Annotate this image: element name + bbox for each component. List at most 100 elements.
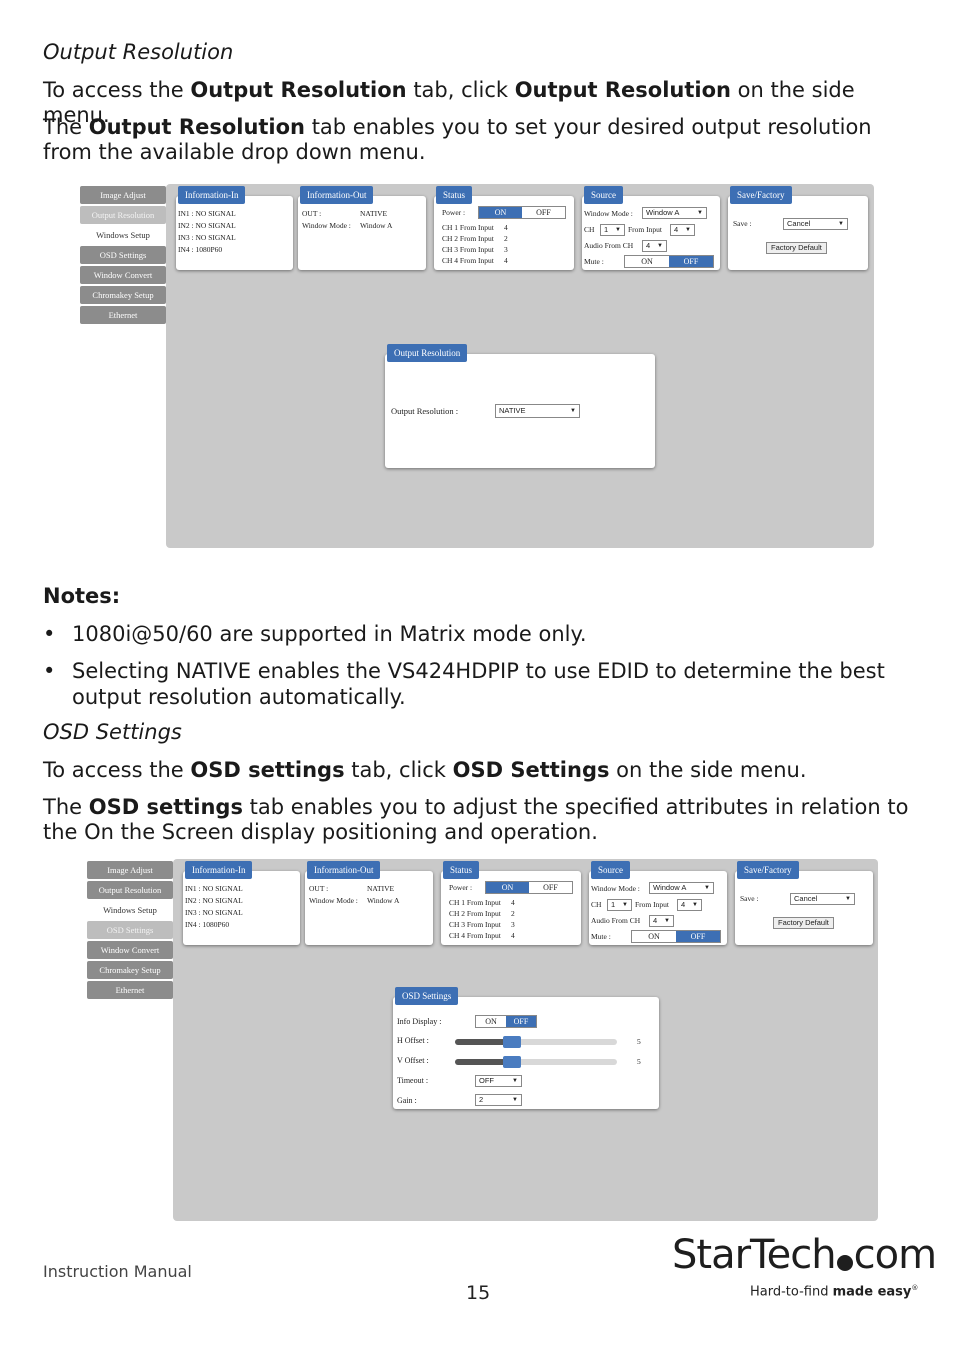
source-audio-label: Audio From CH — [584, 241, 634, 250]
source-mute-label: Mute : — [584, 257, 604, 266]
source-audio-select[interactable]: 4 ▼ — [649, 915, 674, 927]
gain-select[interactable]: 2 ▼ — [475, 1094, 522, 1106]
timeout-select[interactable]: OFF ▼ — [475, 1075, 522, 1087]
menu-ethernet[interactable]: Ethernet — [87, 981, 173, 999]
menu-windows-setup[interactable]: Windows Setup — [80, 226, 166, 244]
info-in-panel: Information-In IN1 : NO SIGNAL IN2 : NO … — [183, 861, 300, 945]
text: To access the — [43, 78, 191, 102]
source-panel: Source Window Mode : Window A ▼ CH 1 ▼ Fro… — [582, 186, 720, 270]
status-panel: Status Power : ON OFF CH 1 From Input 4 C… — [441, 861, 581, 945]
bold-term: OSD settings — [88, 795, 243, 819]
menu-osd-settings[interactable]: OSD Settings — [80, 246, 166, 264]
save-select[interactable]: Cancel ▼ — [790, 893, 855, 905]
toggle-off[interactable]: OFF — [676, 931, 720, 942]
select-value: 4 — [653, 916, 658, 925]
chevron-down-icon: ▼ — [657, 243, 663, 249]
screenshot-output-resolution: Image Adjust Output Resolution Windows S… — [78, 184, 876, 550]
ch-value: 2 — [511, 909, 515, 918]
ch-value: 4 — [504, 223, 508, 232]
info-display-toggle[interactable]: ON OFF — [475, 1015, 537, 1028]
chevron-down-icon: ▼ — [622, 902, 628, 908]
source-from-label: From Input — [628, 225, 662, 234]
save-select[interactable]: Cancel ▼ — [783, 218, 848, 230]
menu-window-convert[interactable]: Window Convert — [87, 941, 173, 959]
info-in-line: IN2 : NO SIGNAL — [185, 896, 243, 905]
chevron-down-icon: ▼ — [838, 221, 844, 227]
info-display-label: Info Display : — [397, 1017, 442, 1026]
ch-line: CH 2 From Input — [442, 234, 494, 243]
toggle-on[interactable]: ON — [479, 207, 522, 218]
ch-value: 4 — [504, 256, 508, 265]
paragraph-output-description: The Output Resolution tab enables you to… — [43, 115, 923, 165]
source-audio-select[interactable]: 4 ▼ — [642, 240, 667, 252]
footer-instruction-manual: Instruction Manual — [43, 1262, 192, 1281]
toggle-on[interactable]: ON — [632, 931, 676, 942]
chevron-down-icon: ▼ — [570, 408, 576, 414]
slider-handle[interactable] — [502, 1036, 521, 1048]
ch-line: CH 4 From Input — [449, 931, 501, 940]
info-in-line: IN3 : NO SIGNAL — [185, 908, 243, 917]
status-tab: Status — [443, 861, 480, 879]
save-factory-panel: Save/Factory Save : Cancel ▼ Factory Defa… — [728, 186, 868, 270]
source-from-select[interactable]: 4 ▼ — [670, 224, 695, 236]
paragraph-osd-description: The OSD settings tab enables you to adju… — [43, 795, 923, 845]
mute-toggle[interactable]: ON OFF — [631, 930, 721, 943]
menu-output-resolution[interactable]: Output Resolution — [80, 206, 166, 224]
factory-default-button[interactable]: Factory Default — [773, 917, 834, 929]
chevron-down-icon: ▼ — [692, 902, 698, 908]
menu-chromakey-setup[interactable]: Chromakey Setup — [87, 961, 173, 979]
menu-output-resolution[interactable]: Output Resolution — [87, 881, 173, 899]
output-resolution-select[interactable]: NATIVE ▼ — [495, 404, 580, 418]
toggle-on[interactable]: ON — [625, 256, 669, 267]
toggle-on[interactable]: ON — [476, 1016, 506, 1027]
source-from-select[interactable]: 4 ▼ — [677, 899, 702, 911]
slider-handle[interactable] — [502, 1056, 521, 1068]
text: The — [43, 115, 89, 139]
menu-window-convert[interactable]: Window Convert — [80, 266, 166, 284]
power-toggle[interactable]: ON OFF — [485, 881, 573, 894]
source-window-mode-label: Window Mode : — [584, 209, 633, 218]
note-item: • Selecting NATIVE enables the VS424HDPIP… — [43, 658, 922, 710]
source-ch-select[interactable]: 1 ▼ — [607, 899, 632, 911]
ch-line: CH 4 From Input — [442, 256, 494, 265]
menu-windows-setup[interactable]: Windows Setup — [87, 901, 173, 919]
tagline-text: Hard-to-find — [750, 1284, 833, 1300]
toggle-off[interactable]: OFF — [529, 882, 572, 893]
source-window-mode-select[interactable]: Window A ▼ — [642, 207, 707, 219]
source-panel: Source Window Mode : Window A ▼ CH 1 ▼ Fro… — [589, 861, 727, 945]
source-window-mode-select[interactable]: Window A ▼ — [649, 882, 714, 894]
h-offset-value: 5 — [637, 1037, 641, 1046]
window-mode-value: Window A — [360, 221, 393, 230]
note-text: Selecting NATIVE enables the VS424HDPIP … — [72, 659, 885, 709]
ch-line: CH 2 From Input — [449, 909, 501, 918]
menu-chromakey-setup[interactable]: Chromakey Setup — [80, 286, 166, 304]
toggle-on[interactable]: ON — [486, 882, 529, 893]
chevron-down-icon: ▼ — [615, 227, 621, 233]
toggle-off[interactable]: OFF — [506, 1016, 536, 1027]
bold-term: Output Resolution — [88, 115, 306, 139]
menu-osd-settings[interactable]: OSD Settings — [87, 921, 173, 939]
factory-default-button[interactable]: Factory Default — [766, 242, 827, 254]
menu-image-adjust[interactable]: Image Adjust — [87, 861, 173, 879]
v-offset-slider[interactable] — [455, 1056, 617, 1068]
source-ch-select[interactable]: 1 ▼ — [600, 224, 625, 236]
menu-image-adjust[interactable]: Image Adjust — [80, 186, 166, 204]
v-offset-label: V Offset : — [397, 1056, 429, 1065]
info-in-line: IN3 : NO SIGNAL — [178, 233, 236, 242]
save-factory-tab: Save/Factory — [737, 861, 799, 879]
h-offset-slider[interactable] — [455, 1036, 617, 1048]
window-mode-label: Window Mode : — [302, 221, 351, 230]
power-toggle[interactable]: ON OFF — [478, 206, 566, 219]
menu-ethernet[interactable]: Ethernet — [80, 306, 166, 324]
source-mute-label: Mute : — [591, 932, 611, 941]
out-label: OUT : — [302, 209, 322, 218]
chevron-down-icon: ▼ — [704, 885, 710, 891]
toggle-off[interactable]: OFF — [522, 207, 565, 218]
text: tab, click — [406, 78, 515, 102]
save-label: Save : — [733, 219, 752, 228]
toggle-off[interactable]: OFF — [669, 256, 713, 267]
mute-toggle[interactable]: ON OFF — [624, 255, 714, 268]
chevron-down-icon: ▼ — [512, 1097, 518, 1103]
source-ch-label: CH — [591, 900, 602, 909]
logo-dot-icon — [836, 1255, 853, 1271]
